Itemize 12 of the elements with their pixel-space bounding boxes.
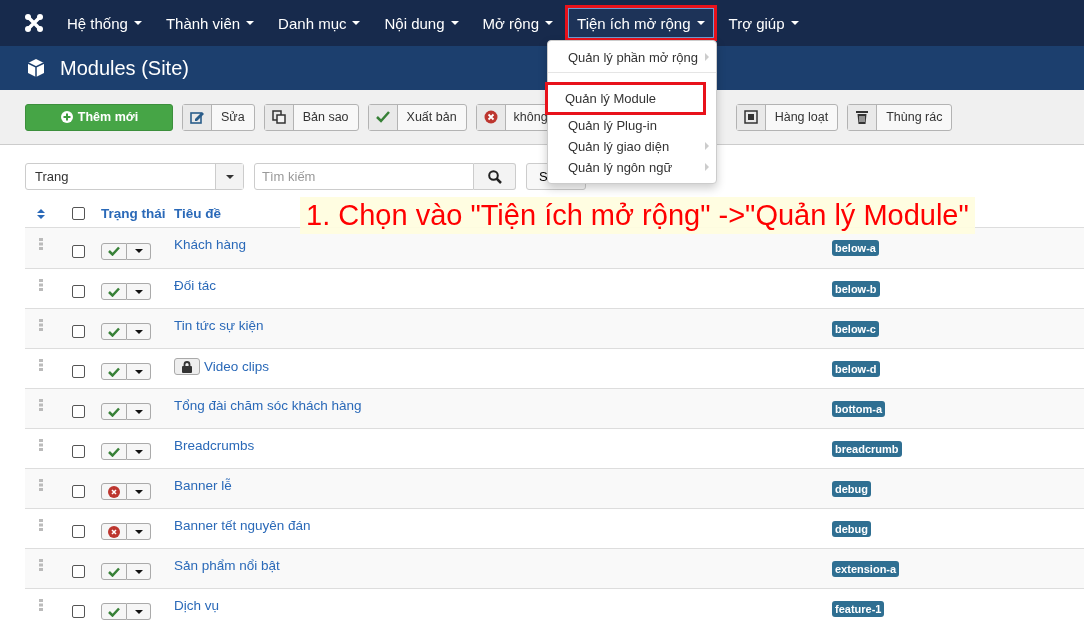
position-badge: breadcrumb xyxy=(832,440,902,457)
annotation-text: 1. Chọn vào "Tiện ích mở rộng" ->"Quản lý Module" xyxy=(300,197,975,234)
position-badge: below-a xyxy=(832,240,879,256)
position-badge: below-c xyxy=(832,320,879,337)
position-badge: below-d xyxy=(832,360,880,377)
page-title: Modules (Site) xyxy=(60,56,189,80)
position-badge: bottom-a xyxy=(832,400,886,417)
position-badge: debug xyxy=(832,480,871,497)
position-badge: below-b xyxy=(832,280,880,297)
position-badge: extension-a xyxy=(832,560,900,577)
position-badge: debug xyxy=(832,520,871,537)
position-badge: feature-1 xyxy=(832,600,885,617)
